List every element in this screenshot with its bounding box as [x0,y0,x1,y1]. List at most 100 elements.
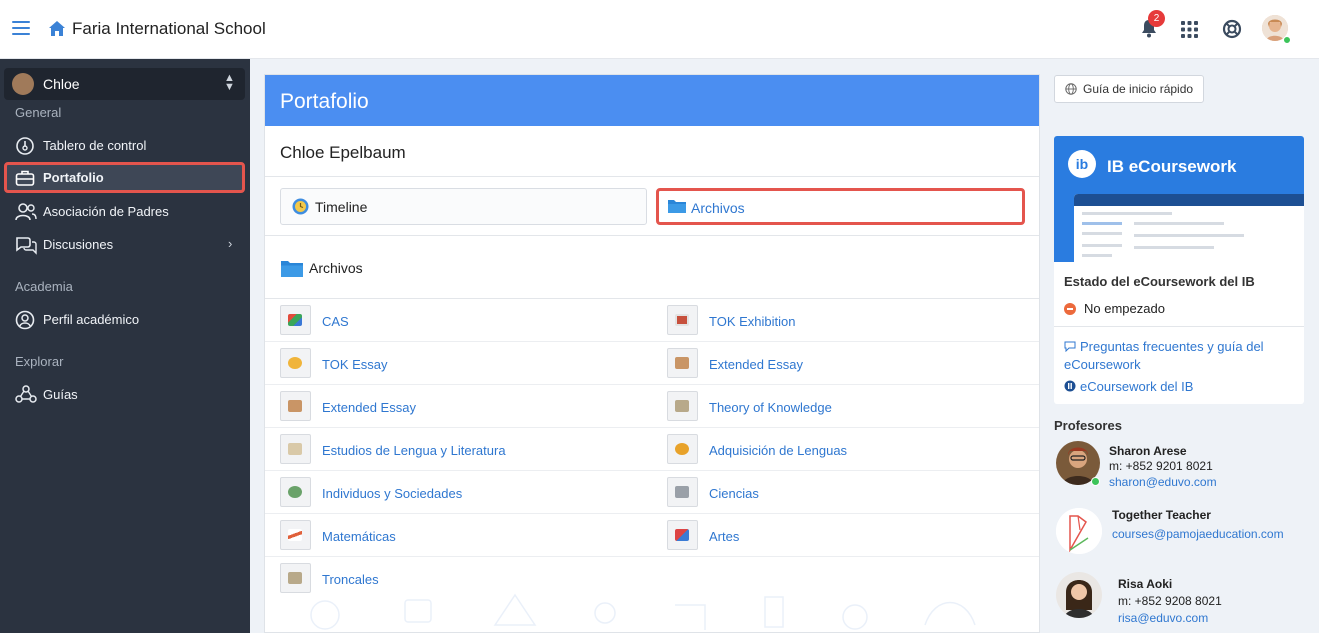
menu-icon[interactable] [12,21,30,37]
sidebar-item-label: Discusiones [43,237,114,252]
sidebar-item-asociacion-padres[interactable]: Asociación de Padres [4,196,245,227]
chevron-updown-icon: ▲ ▼ [224,72,235,93]
file-item-individuos-sociedades[interactable]: Individuos y Sociedades [265,471,652,514]
user-switcher[interactable]: Chloe ▲ ▼ [4,68,245,100]
subject-folder-icon [280,477,311,507]
subject-folder-icon [280,520,311,550]
file-item-artes[interactable]: Artes [652,514,1039,557]
sidebar-item-perfil-academico[interactable]: Perfil académico [4,304,245,335]
quick-start-label: Guía de inicio rápido [1083,82,1194,96]
teacher-avatar[interactable] [1056,572,1102,618]
file-label: TOK Exhibition [709,314,796,329]
student-avatar [12,73,34,95]
file-item-extended-essay[interactable]: Extended Essay [652,342,1039,385]
file-label: Theory of Knowledge [709,400,832,415]
file-item-extended-essay-2[interactable]: Extended Essay [265,385,652,428]
ib-ecoursework-card: ib IB eCoursework Estado del eCoursework… [1054,136,1304,404]
apps-grid-icon[interactable] [1181,21,1198,41]
users-icon [15,202,37,225]
section-label-academia: Academia [15,279,73,294]
file-item-adquisicion-lenguas[interactable]: Adquisición de Lenguas [652,428,1039,471]
file-label: TOK Essay [322,357,388,372]
notification-badge: 2 [1148,10,1165,27]
folder-title: Archivos [309,260,363,276]
online-status-indicator [1091,477,1100,486]
file-item-cas[interactable]: CAS [265,299,652,342]
tab-timeline[interactable]: Timeline [280,188,647,225]
file-label: Matemáticas [322,529,396,544]
quick-start-guide-button[interactable]: Guía de inicio rápido [1054,75,1205,103]
file-label: CAS [322,314,349,329]
guides-network-icon [15,385,37,408]
clock-icon [292,198,309,218]
teacher-phone: m: +852 9208 8021 [1118,594,1222,608]
ib-logo-icon: ib [1068,150,1096,178]
subject-folder-icon [667,391,698,421]
ib-small-icon [1064,380,1076,392]
ib-ecoursework-link[interactable]: eCoursework del IB [1064,379,1193,394]
briefcase-icon [15,169,35,190]
chat-icon [1064,341,1076,353]
subject-folder-icon [280,348,311,378]
file-item-tok-essay[interactable]: TOK Essay [265,342,652,385]
file-label: Estudios de Lengua y Literatura [322,443,506,458]
chevron-right-icon: › [228,236,233,251]
school-name[interactable]: Faria International School [72,19,266,39]
teacher-name: Together Teacher [1112,508,1211,522]
globe-icon [1065,83,1077,98]
subject-folder-icon [280,305,311,335]
sidebar-item-guias[interactable]: Guías [4,379,245,410]
folder-icon [281,260,303,280]
ib-link-text: eCoursework del IB [1080,379,1194,394]
teacher-email[interactable]: sharon@eduvo.com [1109,475,1217,489]
sidebar-item-dashboard[interactable]: Tablero de control [4,130,245,161]
profile-circle-icon [15,310,35,333]
teacher-name: Risa Aoki [1118,577,1173,591]
dashboard-gauge-icon [15,136,35,159]
subject-folder-icon [667,434,698,464]
ecoursework-preview-image [1074,194,1304,262]
help-lifebuoy-icon[interactable] [1222,19,1242,42]
minus-circle-icon [1064,303,1076,315]
file-item-ciencias[interactable]: Ciencias [652,471,1039,514]
file-item-theory-of-knowledge[interactable]: Theory of Knowledge [652,385,1039,428]
user-switcher-name: Chloe [43,76,80,92]
ib-banner: ib IB eCoursework [1054,136,1304,262]
subject-folder-icon [280,434,311,464]
section-label-explorar: Explorar [15,354,64,369]
subject-folder-icon [667,305,698,335]
file-label: Ciencias [709,486,759,501]
ib-status: No empezado [1064,301,1165,316]
teacher-email[interactable]: risa@eduvo.com [1118,611,1208,625]
file-item-matematicas[interactable]: Matemáticas [265,514,652,557]
sidebar-item-label: Portafolio [43,170,104,185]
subject-folder-icon [667,477,698,507]
file-label: Extended Essay [709,357,803,372]
sidebar-item-label: Tablero de control [43,138,147,153]
subject-folder-icon [667,520,698,550]
teacher-email[interactable]: courses@pamojaeducation.com [1112,527,1284,541]
folder-header: Archivos [265,236,1039,299]
home-icon[interactable] [48,20,66,40]
sidebar-item-portafolio[interactable]: Portafolio [4,162,245,193]
file-label: Adquisición de Lenguas [709,443,848,458]
tab-label: Timeline [315,199,368,215]
ib-faq-link-text: Preguntas frecuentes y guía del eCoursew… [1064,339,1264,372]
ib-faq-link[interactable]: Preguntas frecuentes y guía del eCoursew… [1064,338,1294,374]
teacher-avatar-pamoja-logo[interactable] [1056,508,1102,554]
sidebar: Chloe ▲ ▼ General Tablero de control Port… [0,59,250,633]
tab-label: Archivos [691,200,745,216]
teachers-title: Profesores [1054,418,1122,433]
sidebar-item-label: Guías [43,387,78,402]
sidebar-item-discusiones[interactable]: Discusiones › [4,229,245,260]
sidebar-item-label: Perfil académico [43,312,140,327]
file-item-tok-exhibition[interactable]: TOK Exhibition [652,299,1039,342]
file-label: Artes [709,529,740,544]
tab-archivos[interactable]: Archivos [656,188,1025,225]
divider [1054,326,1304,327]
page-title: Portafolio [265,75,1039,126]
file-item-estudios-lengua-literatura[interactable]: Estudios de Lengua y Literatura [265,428,652,471]
folder-icon [668,199,686,216]
background-doodle-pattern [310,593,976,630]
teacher-card: Together Teacher courses@pamojaeducation… [1054,506,1314,566]
